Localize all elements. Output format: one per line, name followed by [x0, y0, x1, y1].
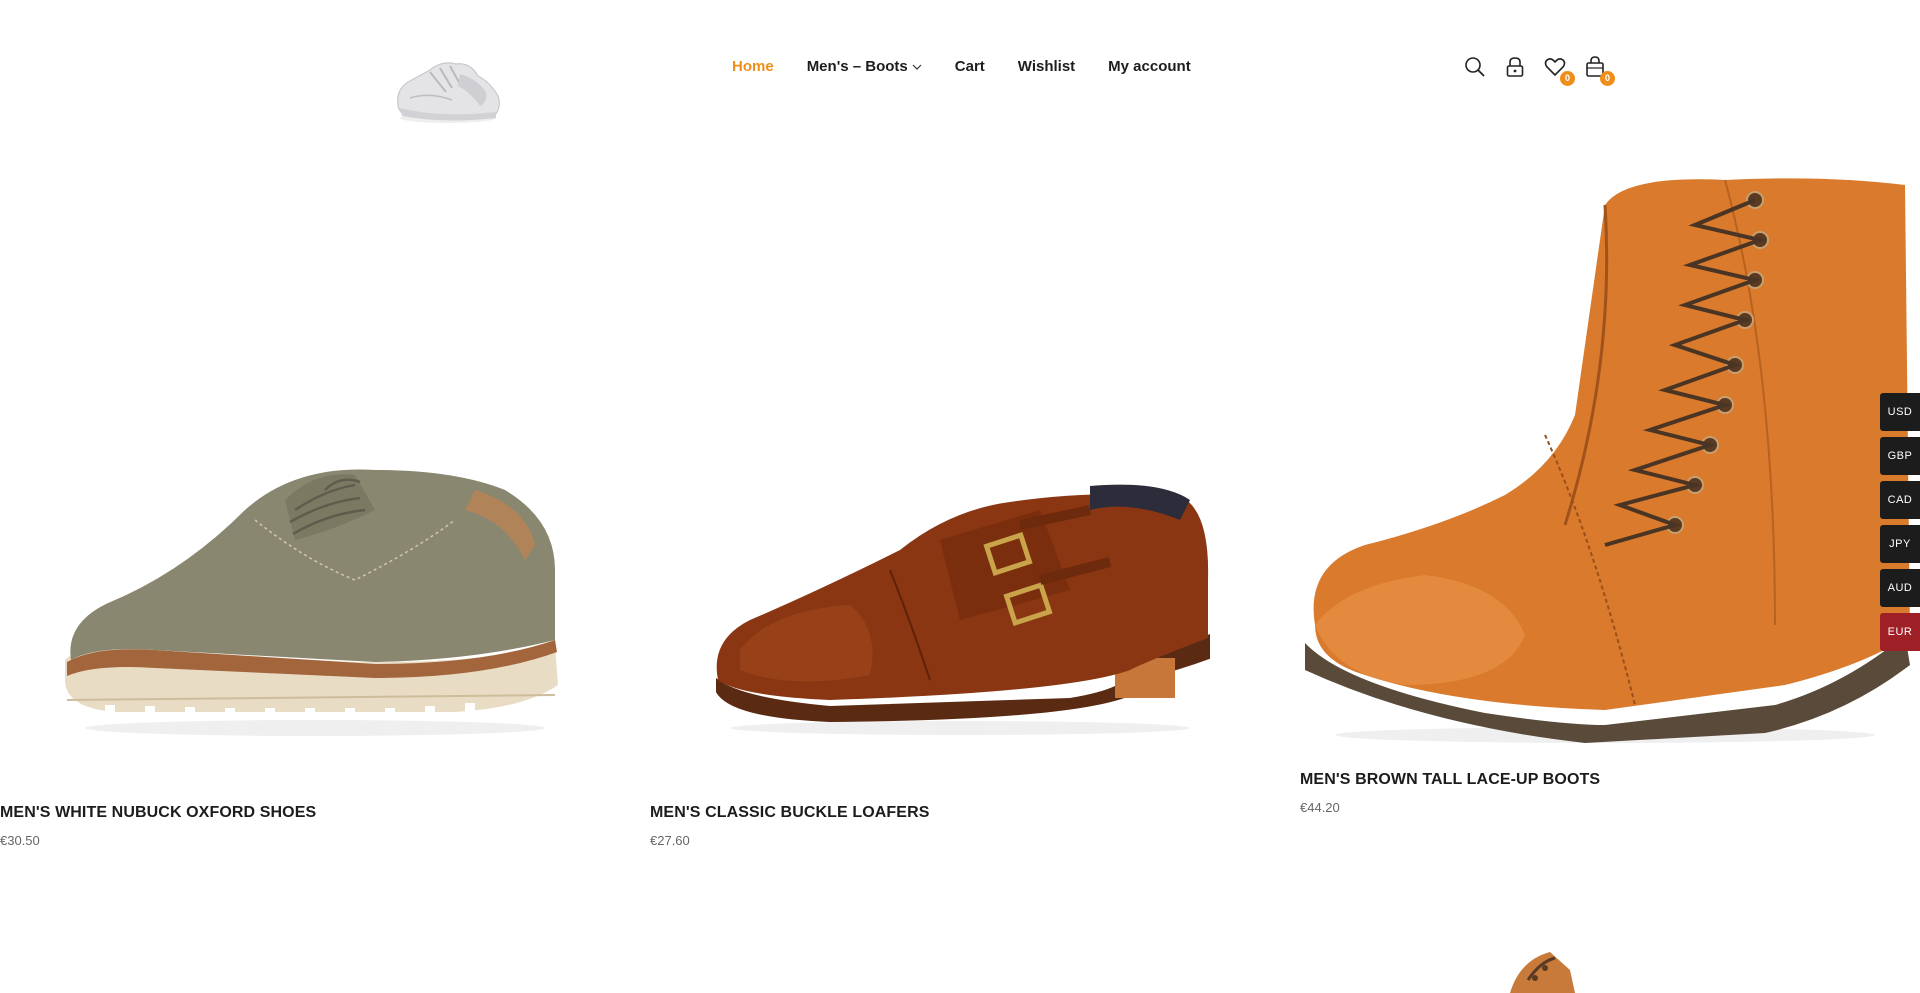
product-title[interactable]: MEN'S WHITE NUBUCK OXFORD SHOES	[0, 804, 316, 822]
product-price: €44.20	[1300, 800, 1340, 815]
currency-usd[interactable]: USD	[1880, 393, 1920, 431]
currency-gbp[interactable]: GBP	[1880, 437, 1920, 475]
product-title[interactable]: MEN'S CLASSIC BUCKLE LOAFERS	[650, 804, 930, 822]
product-image[interactable]	[1500, 950, 1580, 993]
product-card[interactable]: MEN'S BROWN TALL LACE-UP BOOTS €44.20	[1300, 0, 1920, 830]
currency-eur[interactable]: EUR	[1880, 613, 1920, 651]
currency-cad[interactable]: CAD	[1880, 481, 1920, 519]
product-price: €27.60	[650, 833, 690, 848]
product-card[interactable]: MEN'S WHITE NUBUCK OXFORD SHOES €30.50	[0, 0, 600, 860]
currency-aud[interactable]: AUD	[1880, 569, 1920, 607]
product-image[interactable]	[1305, 165, 1915, 750]
product-title[interactable]: MEN'S BROWN TALL LACE-UP BOOTS	[1300, 771, 1600, 789]
product-image[interactable]	[710, 470, 1210, 740]
product-image[interactable]	[55, 450, 565, 740]
product-card[interactable]: MEN'S CLASSIC BUCKLE LOAFERS €27.60	[650, 0, 1250, 860]
product-price: €30.50	[0, 833, 40, 848]
currency-switcher: USD GBP CAD JPY AUD EUR	[1880, 393, 1920, 657]
currency-jpy[interactable]: JPY	[1880, 525, 1920, 563]
